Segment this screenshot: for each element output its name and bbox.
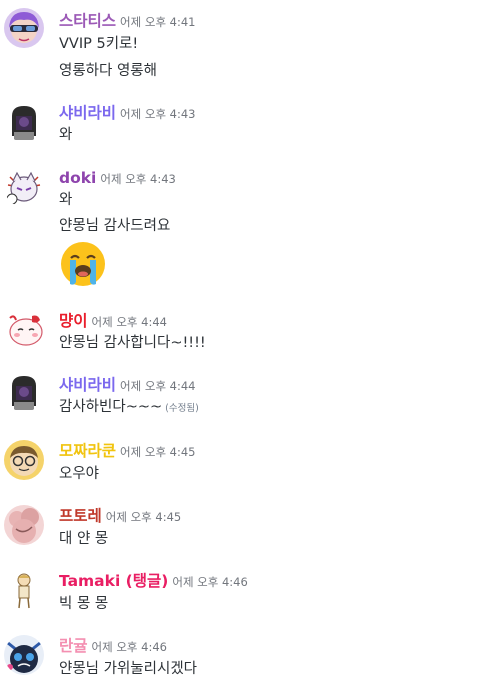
- timestamp[interactable]: 어제 오후 4:46: [92, 640, 167, 654]
- timestamp[interactable]: 어제 오후 4:45: [106, 510, 181, 524]
- dark-hood-avatar[interactable]: [4, 102, 44, 142]
- dark-hood-avatar[interactable]: [4, 372, 44, 412]
- username[interactable]: 샤비라비: [59, 104, 116, 122]
- message-header: 프토레 어제 오후 4:45: [59, 505, 181, 528]
- message-text: 와: [59, 192, 73, 208]
- standing-figure-avatar[interactable]: [4, 570, 44, 610]
- timestamp[interactable]: 어제 오후 4:45: [120, 445, 195, 459]
- timestamp[interactable]: 어제 오후 4:44: [92, 315, 167, 329]
- message-header: Tamaki (탱글) 어제 오후 4:46: [59, 570, 248, 593]
- glasses-face-avatar[interactable]: [4, 440, 44, 480]
- username[interactable]: 모짜라쿤: [59, 442, 116, 460]
- username[interactable]: doki: [59, 169, 96, 187]
- dark-creature-avatar[interactable]: [4, 635, 44, 675]
- message-text: 얀몽님 가위눌리시겠다: [59, 661, 198, 677]
- username[interactable]: 스타티스: [59, 12, 116, 30]
- message-group: doki 어제 오후 4:43 와 얀몽님 감사드려요: [0, 163, 483, 298]
- message-header: 모짜라쿤 어제 오후 4:45: [59, 440, 196, 463]
- pink-blob-avatar[interactable]: [4, 308, 44, 348]
- message-group: 샤비라비 어제 오후 4:44 감사하빈다~~~ (수정됨): [0, 368, 483, 426]
- username[interactable]: 샤비라비: [59, 376, 116, 394]
- message-group: Tamaki (탱글) 어제 오후 4:46 빅 몽 몽: [0, 566, 483, 624]
- timestamp[interactable]: 어제 오후 4:43: [100, 172, 175, 186]
- message-content: 감사하빈다~~~: [59, 399, 163, 415]
- username[interactable]: 프토레: [59, 507, 102, 525]
- message-group: 란귤 어제 오후 4:46 얀몽님 가위눌리시겠다: [0, 631, 483, 695]
- pink-fluffy-avatar[interactable]: [4, 505, 44, 545]
- message-text: 감사하빈다~~~ (수정됨): [59, 397, 199, 419]
- timestamp[interactable]: 어제 오후 4:44: [120, 379, 195, 393]
- message-header: 샤비라비 어제 오후 4:44: [59, 374, 196, 397]
- message-group: 프토레 어제 오후 4:45 대 얀 몽: [0, 501, 483, 559]
- message-text: 대 얀 몽: [59, 531, 109, 547]
- username[interactable]: 란귤: [59, 637, 88, 655]
- message-text: 빅 몽 몽: [59, 596, 109, 612]
- purple-hair-avatar[interactable]: [4, 8, 44, 48]
- message-text: 오우야: [59, 466, 100, 482]
- message-text: 얀몽님 감사드려요: [59, 218, 171, 234]
- message-group: 모짜라쿤 어제 오후 4:45 오우야: [0, 436, 483, 494]
- message-group: 먕이 어제 오후 4:44 얀몽님 감사합니다~!!!!: [0, 304, 483, 362]
- username[interactable]: Tamaki (탱글): [59, 572, 168, 590]
- username[interactable]: 먕이: [59, 312, 88, 330]
- message-text: 와: [59, 127, 73, 143]
- message-text: 얀몽님 감사합니다~!!!!: [59, 335, 206, 351]
- message-text: 영롱하다 영롱해: [59, 63, 157, 79]
- message-group: 스타티스 어제 오후 4:41 VVIP 5키로! 영롱하다 영롱해: [0, 4, 483, 92]
- white-cat-avatar[interactable]: [4, 167, 44, 207]
- timestamp[interactable]: 어제 오후 4:41: [120, 15, 195, 29]
- message-text: VVIP 5키로!: [59, 36, 139, 52]
- loudly-crying-face-icon[interactable]: [59, 240, 107, 288]
- message-header: 스타티스 어제 오후 4:41: [59, 10, 196, 33]
- timestamp[interactable]: 어제 오후 4:46: [172, 575, 247, 589]
- message-group: 샤비라비 어제 오후 4:43 와: [0, 98, 483, 156]
- timestamp[interactable]: 어제 오후 4:43: [120, 107, 195, 121]
- message-header: 샤비라비 어제 오후 4:43: [59, 102, 196, 125]
- chat-message-list: 스타티스 어제 오후 4:41 VVIP 5키로! 영롱하다 영롱해 샤비라비 어제…: [0, 0, 483, 699]
- message-header: doki 어제 오후 4:43: [59, 167, 176, 190]
- message-header: 란귤 어제 오후 4:46: [59, 635, 167, 658]
- message-header: 먕이 어제 오후 4:44: [59, 310, 167, 333]
- edited-label[interactable]: (수정됨): [165, 403, 199, 414]
